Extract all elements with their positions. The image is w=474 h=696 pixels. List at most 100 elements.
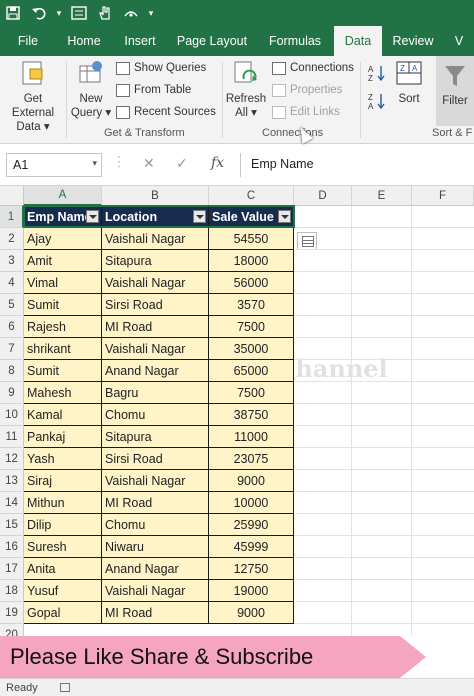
get-external-data-button[interactable]: Get External Data ▾ [2,60,64,134]
row-header[interactable]: 18 [0,580,24,602]
table-cell[interactable]: 23075 [209,448,294,470]
cancel-icon[interactable]: ✕ [143,155,155,172]
table-header-cell[interactable]: Location [102,206,209,228]
tab-home[interactable]: Home [56,26,112,56]
show-queries-button[interactable]: Show Queries [116,59,206,77]
touch-mode-icon[interactable] [92,0,118,26]
insert-function-icon[interactable]: fx [211,155,224,171]
table-cell[interactable]: Vaishali Nagar [102,580,209,602]
table-cell[interactable]: Dilip [24,514,102,536]
table-cell[interactable]: 18000 [209,250,294,272]
row-header[interactable]: 20 [0,624,24,636]
table-cell[interactable]: Sumit [24,294,102,316]
table-header-cell[interactable]: Emp Name [24,206,102,228]
formula-input[interactable]: Emp Name [240,153,474,177]
tab-file[interactable]: File [0,26,56,56]
row-header[interactable]: 7 [0,338,24,360]
edit-links-button[interactable]: Edit Links [272,103,340,121]
table-cell[interactable]: 56000 [209,272,294,294]
table-cell[interactable]: Chomu [102,514,209,536]
table-cell[interactable]: 35000 [209,338,294,360]
row-header[interactable]: 14 [0,492,24,514]
table-cell[interactable]: Sitapura [102,250,209,272]
form-icon[interactable] [66,0,92,26]
save-icon[interactable] [0,0,26,26]
quick-analysis-icon[interactable] [297,232,317,250]
table-cell[interactable]: Kamal [24,404,102,426]
row-header[interactable]: 12 [0,448,24,470]
table-cell[interactable]: 7500 [209,316,294,338]
table-cell[interactable]: Yusuf [24,580,102,602]
table-cell[interactable]: 3570 [209,294,294,316]
macro-record-icon[interactable] [59,683,70,692]
table-cell[interactable]: 25990 [209,514,294,536]
table-cell[interactable]: Anand Nagar [102,360,209,382]
table-cell[interactable]: Vaishali Nagar [102,338,209,360]
column-header-d[interactable]: D [294,186,352,206]
table-cell[interactable]: Sirsi Road [102,294,209,316]
undo-icon[interactable] [26,0,52,26]
sort-button[interactable]: ZA Sort [394,60,424,106]
new-query-button[interactable]: New Query ▾ [70,60,112,120]
filter-dropdown-icon[interactable] [193,210,206,223]
tab-data[interactable]: Data [334,26,382,56]
table-cell[interactable]: 12750 [209,558,294,580]
qat-customize-icon[interactable]: ▾ [144,0,158,26]
table-cell[interactable]: Bagru [102,382,209,404]
table-cell[interactable]: Mahesh [24,382,102,404]
table-cell[interactable]: Mithun [24,492,102,514]
table-cell[interactable]: Chomu [102,404,209,426]
tab-view[interactable]: V [444,26,474,56]
table-cell[interactable]: 11000 [209,426,294,448]
filter-dropdown-icon[interactable] [86,210,99,223]
from-table-button[interactable]: From Table [116,81,191,99]
table-cell[interactable]: 38750 [209,404,294,426]
connections-button[interactable]: Connections [272,59,354,77]
sort-za-button[interactable]: ZA [368,92,386,110]
table-cell[interactable]: 10000 [209,492,294,514]
row-header[interactable]: 16 [0,536,24,558]
row-header[interactable]: 10 [0,404,24,426]
table-cell[interactable]: Vaishali Nagar [102,470,209,492]
table-cell[interactable]: Pankaj [24,426,102,448]
filter-dropdown-icon[interactable] [278,210,291,223]
row-header[interactable]: 2 [0,228,24,250]
table-cell[interactable]: Rajesh [24,316,102,338]
table-cell[interactable]: Amit [24,250,102,272]
table-cell[interactable]: 19000 [209,580,294,602]
name-box-dropdown-icon[interactable]: ▾ [92,158,97,169]
tab-insert[interactable]: Insert [112,26,168,56]
row-header[interactable]: 13 [0,470,24,492]
table-cell[interactable]: 9000 [209,602,294,624]
row-header[interactable]: 17 [0,558,24,580]
recent-sources-button[interactable]: Recent Sources [116,103,216,121]
column-header-b[interactable]: B [102,186,209,206]
row-header[interactable]: 1 [0,206,24,228]
row-header[interactable]: 6 [0,316,24,338]
row-header[interactable]: 19 [0,602,24,624]
table-cell[interactable]: Anand Nagar [102,558,209,580]
table-cell[interactable]: Siraj [24,470,102,492]
column-header-f[interactable]: F [412,186,474,206]
refresh-all-button[interactable]: Refresh All ▾ [226,60,266,120]
table-cell[interactable]: Vaishali Nagar [102,228,209,250]
column-header-a[interactable]: A [24,186,102,206]
table-cell[interactable]: Suresh [24,536,102,558]
table-cell[interactable]: Vimal [24,272,102,294]
more-icon[interactable] [118,0,144,26]
table-cell[interactable]: Yash [24,448,102,470]
tab-review[interactable]: Review [382,26,444,56]
dropdown-arrow-icon[interactable]: ▾ [52,0,66,26]
table-cell[interactable]: Sumit [24,360,102,382]
table-cell[interactable]: MI Road [102,602,209,624]
more-options-icon[interactable]: ⋮ [112,153,126,170]
name-box[interactable]: A1 ▾ [6,153,102,177]
table-cell[interactable]: Sitapura [102,426,209,448]
row-header[interactable]: 9 [0,382,24,404]
tab-formulas[interactable]: Formulas [256,26,334,56]
row-header[interactable]: 3 [0,250,24,272]
table-cell[interactable]: 65000 [209,360,294,382]
table-cell[interactable]: Gopal [24,602,102,624]
filter-button[interactable]: Filter [436,56,474,126]
table-cell[interactable]: 7500 [209,382,294,404]
